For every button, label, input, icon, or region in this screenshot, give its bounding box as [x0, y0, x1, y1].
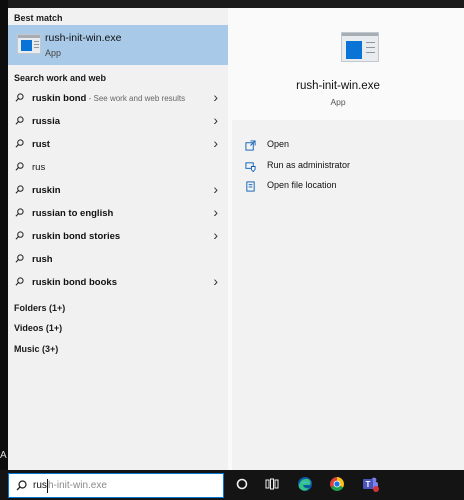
open-file-location-label: Open file location — [267, 180, 337, 190]
chevron-right-icon[interactable]: › — [213, 135, 218, 151]
detail-pane — [228, 8, 464, 470]
chevron-right-icon[interactable]: › — [213, 112, 218, 128]
chevron-right-icon[interactable]: › — [213, 227, 218, 243]
search-suggestion-row[interactable]: russia › — [8, 110, 228, 133]
suggestion-text: ruskin bond books — [32, 277, 117, 288]
taskbar-search-input[interactable]: rus h-init-win.exe — [8, 473, 224, 498]
desktop-background — [0, 0, 8, 470]
suggestion-text: russian to english — [32, 208, 113, 219]
task-view-icon[interactable] — [265, 477, 279, 491]
suggestion-query: russian to english — [32, 208, 114, 219]
search-suggestion-row[interactable]: rust › — [8, 133, 228, 156]
search-icon — [15, 162, 24, 171]
search-icon — [15, 231, 24, 240]
taskbar: rus h-init-win.exe T — [0, 470, 464, 500]
shield-icon — [245, 162, 256, 172]
open-file-location-action[interactable]: Open file location — [245, 180, 375, 194]
results-pane: Best match rush-init-win.exe App Search … — [8, 8, 228, 470]
detail-app-name: rush-init-win.exe — [296, 80, 380, 92]
search-icon — [15, 208, 24, 217]
suggestion-text: rush — [32, 254, 53, 265]
search-icon — [16, 480, 27, 491]
open-label: Open — [267, 139, 290, 149]
cortana-circle-icon[interactable] — [235, 477, 249, 491]
chrome-icon[interactable] — [329, 476, 345, 492]
search-suggestion-row[interactable]: ruskin › — [8, 179, 228, 202]
open-icon — [245, 140, 256, 151]
category-music[interactable]: Music (3+) — [14, 344, 58, 354]
suggestion-query: rust — [32, 139, 50, 150]
suggestion-text: rus — [32, 162, 45, 173]
teams-icon[interactable]: T — [361, 475, 379, 493]
search-icon — [15, 93, 24, 102]
best-match-heading: Best match — [14, 13, 63, 23]
suggestion-text: ruskin bond - See work and web results — [32, 93, 185, 104]
best-match-name: rush-init-win.exe — [45, 32, 122, 44]
search-icon — [15, 277, 24, 286]
desktop-edge-label: A — [0, 450, 7, 461]
suggestion-query: ruskin bond stories — [32, 231, 121, 242]
search-suggestion-row[interactable]: ruskin bond books › — [8, 271, 228, 294]
search-autocomplete-text: h-init-win.exe — [48, 480, 107, 491]
suggestion-query: ruskin bond — [32, 93, 87, 104]
suggestion-text: russia — [32, 116, 60, 127]
detail-app-type: App — [330, 97, 346, 107]
suggestion-text: rust — [32, 139, 50, 150]
search-suggestion-row[interactable]: rus — [8, 156, 228, 179]
edge-icon[interactable] — [297, 476, 313, 492]
chevron-right-icon[interactable]: › — [213, 204, 218, 220]
suggestion-query: rus — [32, 162, 46, 173]
suggestion-query: russia — [32, 116, 60, 127]
suggestion-query: ruskin bond books — [32, 277, 117, 288]
start-search-panel: Best match rush-init-win.exe App Search … — [8, 8, 464, 470]
suggestion-text: ruskin — [32, 185, 61, 196]
search-suggestion-row[interactable]: ruskin bond stories › — [8, 225, 228, 248]
suggestion-query: rush — [32, 254, 53, 265]
search-icon — [15, 254, 24, 263]
open-action[interactable]: Open — [245, 139, 335, 153]
run-as-admin-action[interactable]: Run as administrator — [245, 160, 375, 174]
search-icon — [15, 116, 24, 125]
search-typed-text: rus — [33, 480, 47, 491]
search-suggestion-row[interactable]: russian to english › — [8, 202, 228, 225]
search-suggestion-row[interactable]: ruskin bond - See work and web results › — [8, 87, 228, 110]
svg-text:T: T — [366, 480, 371, 489]
suggestion-text: ruskin bond stories — [32, 231, 120, 242]
search-work-web-heading: Search work and web — [14, 73, 107, 83]
application-window-icon — [341, 32, 379, 62]
best-match-type: App — [45, 48, 62, 58]
run-as-admin-label: Run as administrator — [267, 160, 351, 170]
chevron-right-icon[interactable]: › — [213, 181, 218, 197]
search-icon — [15, 185, 24, 194]
chevron-right-icon[interactable]: › — [213, 89, 218, 105]
search-icon — [15, 139, 24, 148]
best-match-result[interactable]: rush-init-win.exe App — [8, 25, 228, 65]
category-folders[interactable]: Folders (1+) — [14, 303, 65, 313]
search-suggestion-row[interactable]: rush — [8, 248, 228, 271]
file-location-icon — [246, 181, 255, 192]
category-videos[interactable]: Videos (1+) — [14, 323, 62, 333]
application-window-icon — [17, 34, 41, 54]
suggestion-query: ruskin — [32, 185, 61, 196]
chevron-right-icon[interactable]: › — [213, 273, 218, 289]
suggestion-subtext: - See work and web results — [86, 94, 186, 103]
